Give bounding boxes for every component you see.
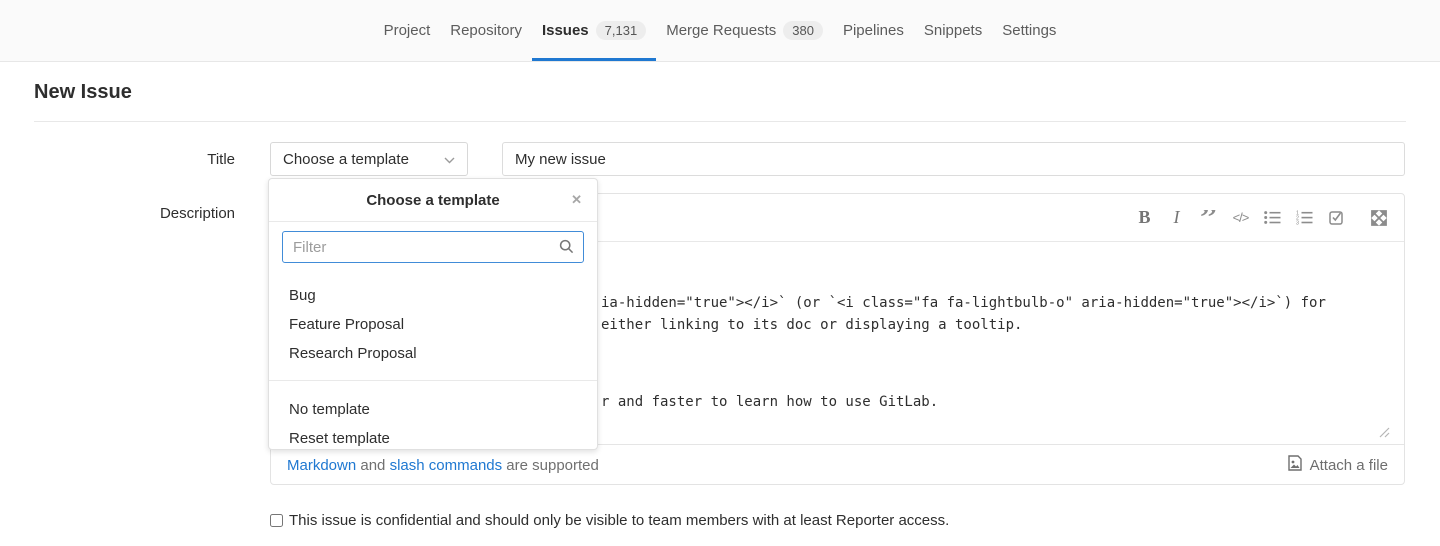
no-template-option[interactable]: No template [269, 395, 597, 424]
nav-item-label: Snippets [924, 22, 982, 39]
confidential-row: This issue is confidential and should on… [270, 511, 949, 530]
nav-item-label: Merge Requests [666, 22, 776, 39]
italic-icon[interactable]: I [1166, 206, 1187, 230]
nav-item-settings[interactable]: Settings [992, 0, 1066, 61]
template-filter-input[interactable] [282, 231, 584, 263]
search-icon [559, 239, 574, 258]
code-icon[interactable]: </> [1230, 206, 1251, 230]
nav-item-snippets[interactable]: Snippets [914, 0, 992, 61]
fullscreen-icon[interactable] [1368, 206, 1389, 230]
heading-divider [34, 121, 1406, 122]
page-title: New Issue [34, 80, 132, 104]
attach-image-icon [1287, 455, 1303, 475]
description-text-line-1-2: ia-hidden="true"></i>` (or `<i class="fa… [601, 292, 1326, 336]
dropdown-divider [269, 380, 597, 381]
close-icon[interactable]: ✕ [571, 193, 582, 206]
choose-template-dropdown-toggle[interactable]: Choose a template [270, 142, 468, 176]
merge-requests-count-badge: 380 [783, 21, 823, 40]
title-label: Title [0, 151, 235, 168]
nav-item-project[interactable]: Project [374, 0, 441, 61]
nav-item-label: Issues [542, 22, 589, 39]
attach-file-label: Attach a file [1310, 457, 1388, 474]
description-text-line-3: r and faster to learn how to use GitLab. [601, 391, 938, 413]
template-list: Bug Feature Proposal Research Proposal [269, 271, 597, 374]
nav-item-issues[interactable]: Issues 7,131 [532, 0, 656, 61]
blockquote-icon[interactable]: ” [1198, 210, 1219, 226]
choose-template-toggle-label: Choose a template [283, 151, 409, 168]
template-option-feature-proposal[interactable]: Feature Proposal [269, 310, 597, 339]
dropdown-header: Choose a template ✕ [269, 179, 597, 222]
description-label: Description [0, 205, 235, 222]
chevron-down-icon [444, 151, 455, 168]
active-tab-indicator [532, 58, 656, 61]
nav-item-repository[interactable]: Repository [440, 0, 532, 61]
task-list-icon[interactable] [1326, 206, 1347, 230]
dropdown-title: Choose a template [366, 192, 499, 209]
issue-title-input[interactable] [502, 142, 1405, 176]
dropdown-filter-wrap [269, 222, 597, 271]
bullet-list-icon[interactable] [1262, 206, 1283, 230]
confidential-checkbox[interactable] [270, 514, 283, 527]
reset-template-option[interactable]: Reset template [269, 424, 597, 453]
nav-item-label: Project [384, 22, 431, 39]
attach-file-button[interactable]: Attach a file [1287, 455, 1388, 475]
nav-item-pipelines[interactable]: Pipelines [833, 0, 914, 61]
template-actions-list: No template Reset template [269, 387, 597, 463]
project-nav: Project Repository Issues 7,131 Merge Re… [0, 0, 1440, 62]
nav-item-label: Settings [1002, 22, 1056, 39]
choose-template-dropdown-panel: Choose a template ✕ Bug Feature Proposal… [268, 178, 598, 450]
confidential-label: This issue is confidential and should on… [289, 511, 949, 530]
template-option-bug[interactable]: Bug [269, 281, 597, 310]
svg-text:3: 3 [1296, 221, 1299, 225]
bold-icon[interactable]: B [1134, 206, 1155, 230]
nav-item-merge-requests[interactable]: Merge Requests 380 [656, 0, 833, 61]
template-option-research-proposal[interactable]: Research Proposal [269, 339, 597, 368]
nav-item-label: Repository [450, 22, 522, 39]
textarea-resize-handle[interactable] [1378, 425, 1390, 442]
issues-count-badge: 7,131 [596, 21, 647, 40]
nav-item-label: Pipelines [843, 22, 904, 39]
numbered-list-icon[interactable]: 1 2 3 [1294, 206, 1315, 230]
